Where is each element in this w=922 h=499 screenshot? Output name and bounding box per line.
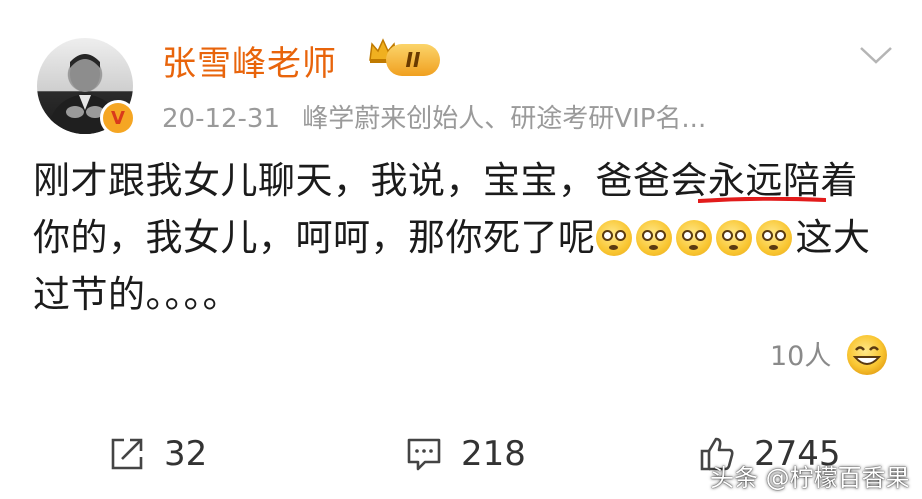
verified-badge-icon: V (100, 100, 136, 136)
post-content: 刚才跟我女儿聊天，我说，宝宝，爸爸会永远陪着 你的，我女儿，呵呵，那你死了呢 这大… (33, 152, 903, 323)
dizzy-face-icon (755, 220, 792, 256)
repost-button[interactable]: 32 (108, 434, 207, 474)
post-date: 20-12-31 (162, 104, 281, 134)
dizzy-face-icon (595, 220, 632, 256)
comment-count: 218 (461, 434, 526, 474)
repost-count: 32 (164, 434, 208, 474)
post-meta: 20-12-31 峰学蔚来创始人、研途考研VIP名... (162, 98, 706, 135)
content-line: 过节的。。。。 (33, 273, 240, 316)
dizzy-face-icon (675, 220, 712, 256)
share-icon (111, 438, 143, 470)
comment-icon (407, 438, 441, 471)
chevron-down-icon[interactable] (858, 44, 894, 66)
dizzy-face-icon (635, 220, 672, 256)
post-source[interactable]: 峰学蔚来创始人、研途考研VIP名... (302, 104, 706, 134)
member-level-badge[interactable]: II (386, 44, 440, 76)
likers-count[interactable]: 10人 (770, 334, 831, 373)
dizzy-face-icon (715, 220, 752, 256)
author-name[interactable]: 张雪峰老师 (162, 36, 337, 85)
content-line: 你的，我女儿，呵呵，那你死了呢 这大 (33, 209, 903, 266)
content-line-tail: 这大 (795, 216, 871, 259)
watermark-text: 头条 @柠檬百香果 (710, 464, 910, 492)
comment-button[interactable]: 218 (405, 434, 526, 474)
red-underline-mark (698, 197, 826, 203)
content-line-text: 你的，我女儿，呵呵，那你死了呢 (33, 216, 596, 259)
grinning-face-icon[interactable] (845, 333, 889, 377)
